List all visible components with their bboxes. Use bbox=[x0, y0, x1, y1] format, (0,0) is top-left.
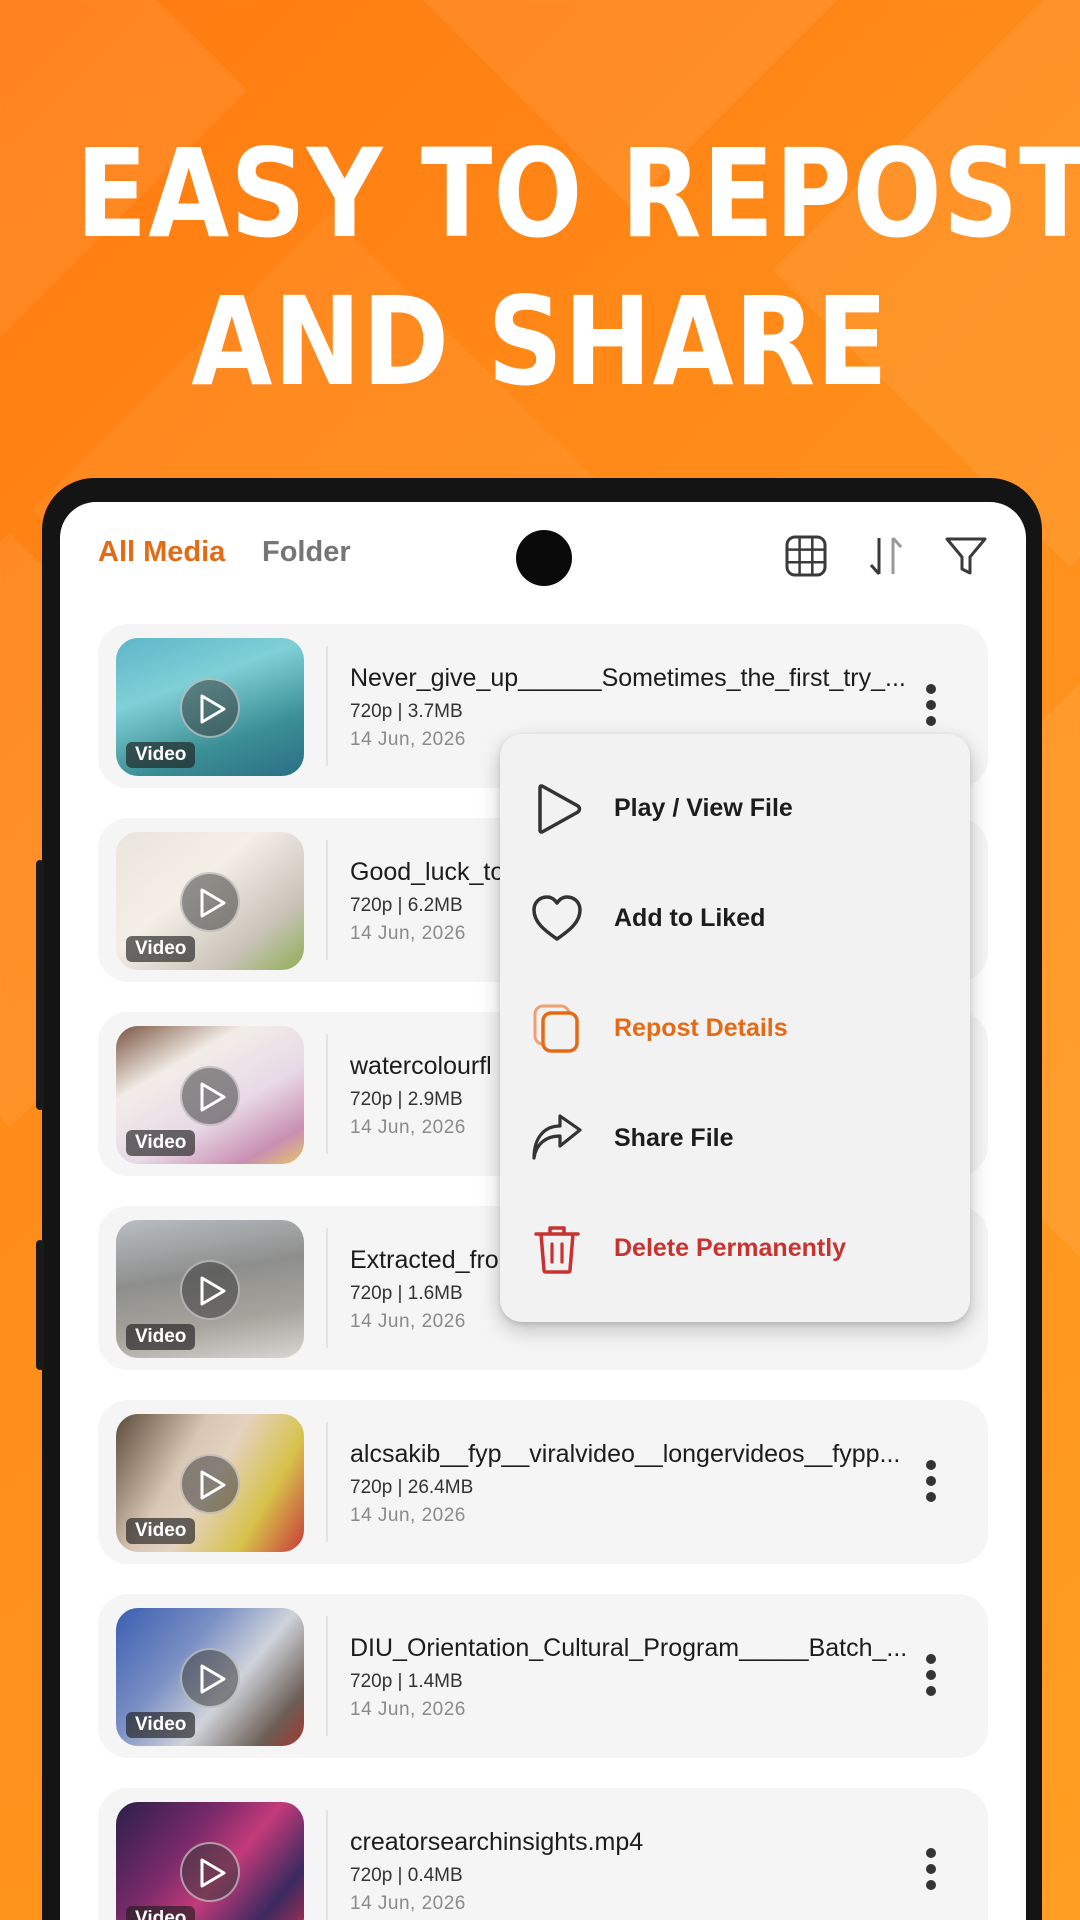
video-badge: Video bbox=[126, 936, 196, 962]
menu-item-label: Share File bbox=[614, 1124, 734, 1152]
menu-item-label: Repost Details bbox=[614, 1014, 788, 1042]
list-item[interactable]: Video DIU_Orientation_Cultural_Program__… bbox=[98, 1594, 988, 1758]
play-icon bbox=[180, 872, 240, 932]
video-badge: Video bbox=[126, 1518, 196, 1544]
media-meta: 720p | 26.4MB bbox=[350, 1477, 474, 1498]
media-date: 14 Jun, 2026 bbox=[350, 1699, 466, 1720]
video-badge: Video bbox=[126, 1712, 196, 1738]
repost-icon bbox=[530, 1002, 584, 1056]
play-icon bbox=[530, 782, 584, 836]
phone-side-button bbox=[36, 1240, 44, 1370]
menu-item-add-to-liked[interactable]: Add to Liked bbox=[500, 868, 970, 968]
sort-icon[interactable] bbox=[862, 532, 910, 580]
headline-line-1: EASY TO REPOST bbox=[75, 123, 1080, 265]
video-badge: Video bbox=[126, 1130, 196, 1156]
menu-item-play-view-file[interactable]: Play / View File bbox=[500, 758, 970, 858]
promo-headline: EASY TO REPOST AND SHARE bbox=[75, 120, 1080, 416]
top-bar: All Media Folder bbox=[60, 502, 1026, 602]
menu-item-label: Delete Permanently bbox=[614, 1234, 847, 1262]
list-item[interactable]: Video creatorsearchinsights.mp4 720p | 0… bbox=[98, 1788, 988, 1920]
more-options-icon[interactable] bbox=[924, 1654, 938, 1698]
media-title: Never_give_up______Sometimes_the_first_t… bbox=[350, 664, 906, 692]
media-date: 14 Jun, 2026 bbox=[350, 1311, 466, 1332]
media-date: 14 Jun, 2026 bbox=[350, 1505, 466, 1526]
play-icon bbox=[180, 1066, 240, 1126]
menu-item-label: Play / View File bbox=[614, 794, 793, 822]
media-meta: 720p | 1.6MB bbox=[350, 1283, 463, 1304]
list-item[interactable]: Video alcsakib__fyp__viralvideo__longerv… bbox=[98, 1400, 988, 1564]
play-icon bbox=[180, 1842, 240, 1902]
video-thumbnail[interactable]: Video bbox=[116, 638, 304, 776]
menu-item-delete-permanently[interactable]: Delete Permanently bbox=[500, 1198, 970, 1298]
more-options-icon[interactable] bbox=[924, 684, 938, 728]
video-thumbnail[interactable]: Video bbox=[116, 1220, 304, 1358]
context-menu: Play / View File Add to Liked Repost Det… bbox=[500, 734, 970, 1322]
media-title: alcsakib__fyp__viralvideo__longervideos_… bbox=[350, 1440, 901, 1468]
video-thumbnail[interactable]: Video bbox=[116, 832, 304, 970]
phone-side-button bbox=[36, 860, 44, 1110]
headline-line-2: AND SHARE bbox=[191, 271, 889, 413]
menu-item-label: Add to Liked bbox=[614, 904, 766, 932]
more-options-icon[interactable] bbox=[924, 1848, 938, 1892]
media-title: creatorsearchinsights.mp4 bbox=[350, 1828, 644, 1856]
video-thumbnail[interactable]: Video bbox=[116, 1802, 304, 1920]
video-thumbnail[interactable]: Video bbox=[116, 1414, 304, 1552]
media-date: 14 Jun, 2026 bbox=[350, 1117, 466, 1138]
play-icon bbox=[180, 678, 240, 738]
divider bbox=[326, 1228, 328, 1348]
video-thumbnail[interactable]: Video bbox=[116, 1608, 304, 1746]
divider bbox=[326, 1422, 328, 1542]
trash-icon bbox=[530, 1222, 584, 1276]
more-options-icon[interactable] bbox=[924, 1460, 938, 1504]
media-meta: 720p | 1.4MB bbox=[350, 1671, 463, 1692]
divider bbox=[326, 646, 328, 766]
divider bbox=[326, 1616, 328, 1736]
video-badge: Video bbox=[126, 1906, 196, 1920]
video-thumbnail[interactable]: Video bbox=[116, 1026, 304, 1164]
front-camera bbox=[516, 530, 572, 586]
media-date: 14 Jun, 2026 bbox=[350, 729, 466, 750]
grid-view-icon[interactable] bbox=[782, 532, 830, 580]
video-badge: Video bbox=[126, 742, 196, 768]
video-badge: Video bbox=[126, 1324, 196, 1350]
menu-item-share-file[interactable]: Share File bbox=[500, 1088, 970, 1188]
media-meta: 720p | 2.9MB bbox=[350, 1089, 463, 1110]
tab-all-media[interactable]: All Media bbox=[98, 536, 225, 569]
divider bbox=[326, 1810, 328, 1920]
tab-folder[interactable]: Folder bbox=[262, 536, 351, 569]
play-icon bbox=[180, 1260, 240, 1320]
play-icon bbox=[180, 1648, 240, 1708]
media-meta: 720p | 6.2MB bbox=[350, 895, 463, 916]
filter-icon[interactable] bbox=[942, 532, 990, 580]
media-title: DIU_Orientation_Cultural_Program_____Bat… bbox=[350, 1634, 908, 1662]
play-icon bbox=[180, 1454, 240, 1514]
media-date: 14 Jun, 2026 bbox=[350, 1893, 466, 1914]
media-meta: 720p | 3.7MB bbox=[350, 701, 463, 722]
share-icon bbox=[530, 1112, 584, 1166]
media-meta: 720p | 0.4MB bbox=[350, 1865, 463, 1886]
divider bbox=[326, 840, 328, 960]
menu-item-repost-details[interactable]: Repost Details bbox=[500, 978, 970, 1078]
divider bbox=[326, 1034, 328, 1154]
heart-icon bbox=[530, 892, 584, 946]
media-date: 14 Jun, 2026 bbox=[350, 923, 466, 944]
